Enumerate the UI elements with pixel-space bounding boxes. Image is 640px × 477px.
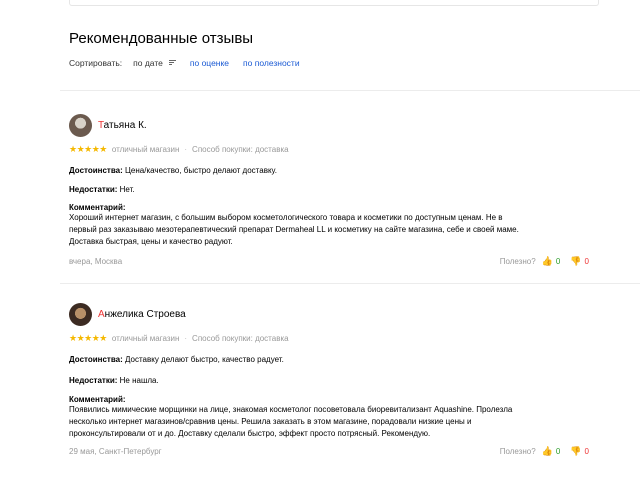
author-name[interactable]: Анжелика Строева: [98, 309, 186, 320]
review-card: Татьяна К. ★★★★★ отличный магазин · Спос…: [69, 113, 589, 267]
up-count: 0: [555, 447, 561, 456]
review-footer: вчера, Москва Полезно? 👍 0 👎 0: [69, 256, 589, 267]
avatar[interactable]: [69, 302, 92, 326]
divider: [60, 283, 640, 284]
review-meta: ★★★★★ отличный магазин · Способ покупки:…: [69, 144, 589, 155]
helpful-votes: Полезно? 👍 0 👎 0: [500, 256, 589, 267]
review-author: Татьяна К.: [69, 113, 589, 137]
date-place: вчера, Москва: [69, 257, 123, 266]
rating-text: отличный магазин: [111, 145, 180, 154]
sort-by-date[interactable]: по дате: [133, 58, 163, 68]
helpful-label: Полезно?: [499, 447, 536, 456]
helpful-votes: Полезно? 👍 0 👎 0: [500, 446, 589, 457]
comment-text: Хороший интернет магазин, с большим выбо…: [69, 213, 519, 246]
sort-by-usefulness[interactable]: по полезности: [243, 58, 300, 68]
meta-separator: ·: [184, 145, 188, 154]
down-count: 0: [584, 447, 589, 456]
comment-label: Комментарий:: [69, 203, 126, 212]
helpful-label: Полезно?: [499, 257, 536, 266]
meta-separator: ·: [184, 334, 188, 343]
previous-card-edge: [69, 0, 599, 6]
review-author: Анжелика Строева: [69, 302, 589, 326]
thumb-up-icon[interactable]: 👍: [542, 256, 553, 267]
rating-text: отличный магазин: [111, 334, 180, 343]
thumb-up-icon[interactable]: 👍: [542, 446, 553, 457]
review-card: Анжелика Строева ★★★★★ отличный магазин …: [69, 302, 589, 457]
pros-line: Достоинства: Доставку делают быстро, кач…: [69, 355, 284, 364]
sort-bar: Сортировать: по дате по оценке по полезн…: [69, 58, 300, 68]
author-name[interactable]: Татьяна К.: [98, 120, 147, 131]
rating-stars: ★★★★★: [69, 144, 107, 154]
comment-label: Комментарий:: [69, 395, 126, 404]
purchase-method: Способ покупки: доставка: [192, 334, 289, 343]
cons-line: Недостатки: Не нашла.: [69, 376, 159, 385]
rating-stars: ★★★★★: [69, 333, 107, 343]
section-heading: Рекомендованные отзывы: [69, 30, 254, 47]
cons-line: Недостатки: Нет.: [69, 185, 135, 194]
pros-line: Достоинства: Цена/качество, быстро делаю…: [69, 166, 277, 175]
divider: [60, 90, 640, 91]
review-footer: 29 мая, Санкт-Петербург Полезно? 👍 0 👎 0: [69, 446, 589, 457]
date-place: 29 мая, Санкт-Петербург: [69, 447, 162, 456]
sort-by-rating[interactable]: по оценке: [190, 58, 229, 68]
avatar[interactable]: [69, 113, 92, 137]
comment-text: Появились мимические морщинки на лице, з…: [69, 405, 513, 438]
sort-label: Сортировать:: [69, 58, 123, 68]
down-count: 0: [584, 257, 589, 266]
sort-lines-icon[interactable]: [168, 60, 176, 66]
purchase-method: Способ покупки: доставка: [192, 145, 289, 154]
review-meta: ★★★★★ отличный магазин · Способ покупки:…: [69, 333, 589, 344]
thumb-down-icon[interactable]: 👎: [570, 446, 581, 457]
thumb-down-icon[interactable]: 👎: [570, 256, 581, 267]
up-count: 0: [555, 257, 561, 266]
